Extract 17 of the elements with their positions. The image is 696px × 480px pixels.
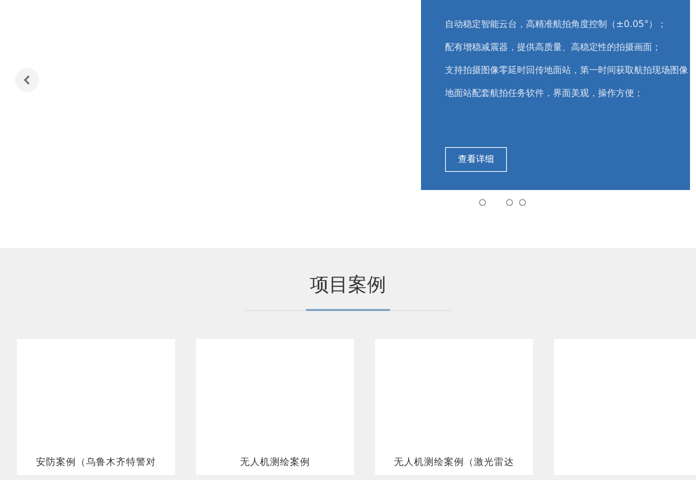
case-card[interactable]: 无人机测绘案例 [196, 339, 354, 475]
feature-text: 支持拍摄图像零延时回传地面站，第一时间获取航拍现场图像 [445, 64, 689, 78]
slide-dot[interactable] [506, 199, 513, 206]
details-button[interactable]: 查看详细 [445, 147, 507, 172]
case-card[interactable]: 安防案例（乌鲁木齐特警对 [17, 339, 175, 475]
case-caption: 无人机测绘案例 [240, 457, 310, 469]
case-card[interactable]: 无人机测绘案例（激光雷达 [375, 339, 533, 475]
feature-text: 地面站配套航拍任务软件，界面美观，操作方便； [445, 87, 644, 101]
slide-dot[interactable] [519, 199, 526, 206]
previous-button[interactable] [15, 68, 39, 92]
section-title: 项目案例 [310, 273, 386, 298]
chevron-left-icon [23, 75, 31, 85]
case-caption: 安防案例（乌鲁木齐特警对 [36, 457, 156, 469]
feature-text: 自动稳定智能云台，高精准航拍角度控制（±0.05°）； [445, 18, 668, 32]
case-caption: 无人机测绘案例（激光雷达 [394, 457, 514, 469]
slide-dot[interactable] [479, 199, 486, 206]
feature-text: 配有增稳减震器，提供高质量、高稳定性的拍摄画面； [445, 41, 662, 55]
